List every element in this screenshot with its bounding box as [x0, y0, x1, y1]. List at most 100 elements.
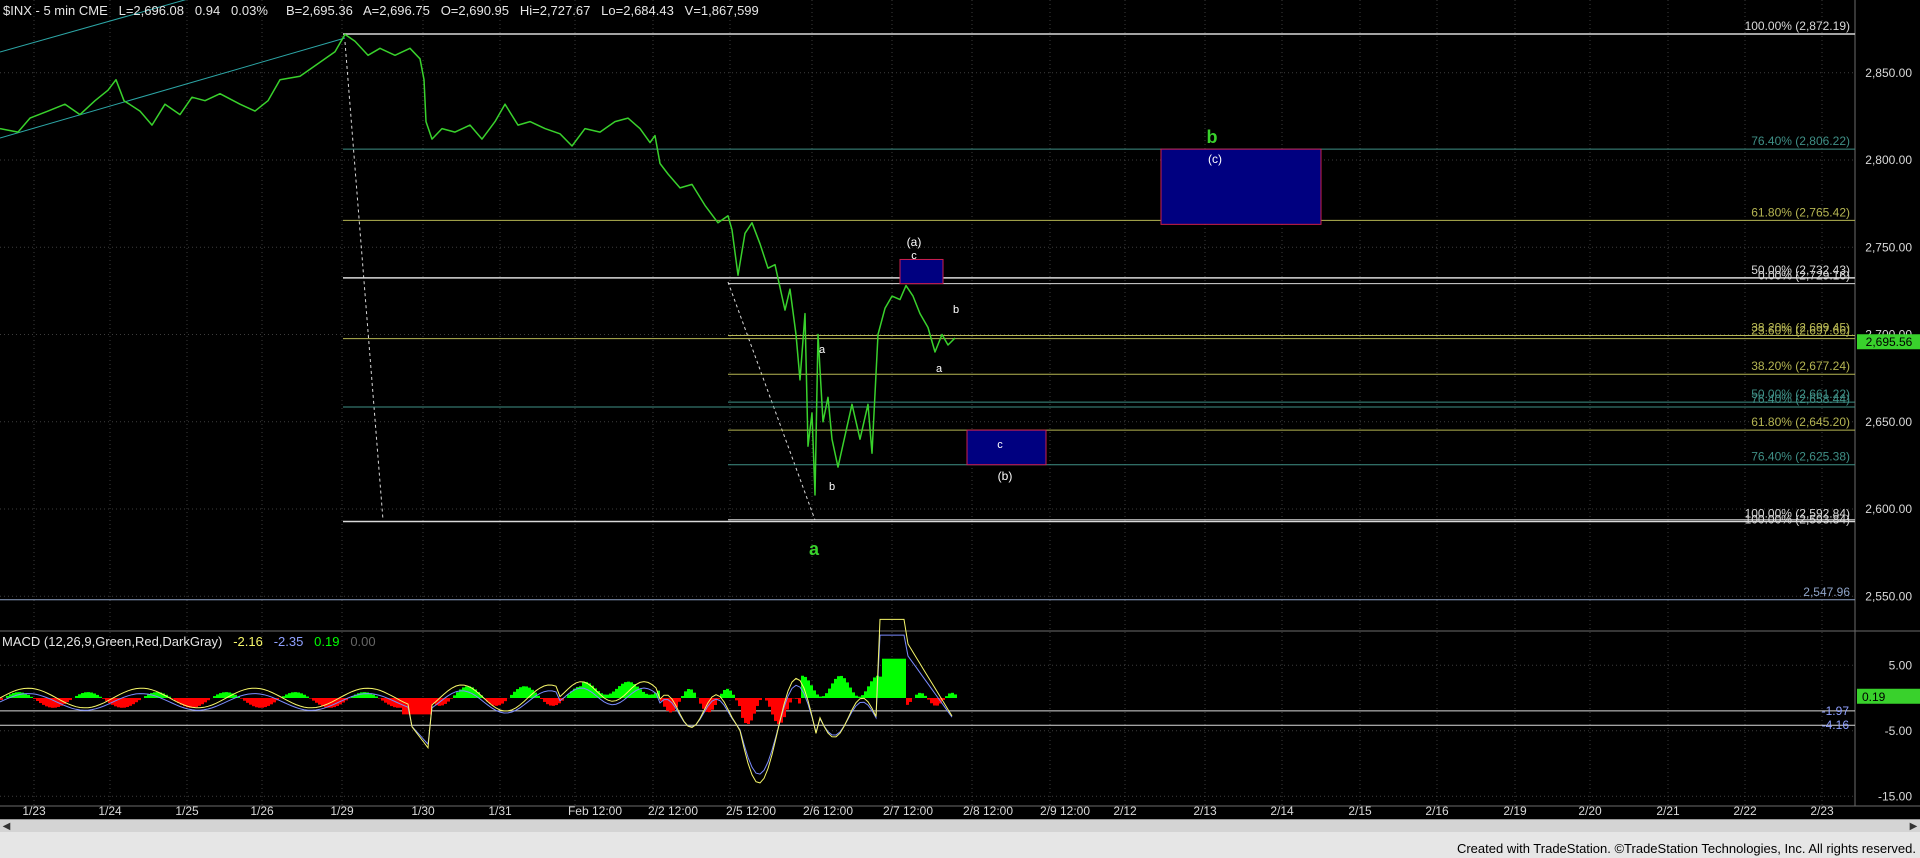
macd-histogram-bar — [33, 698, 36, 699]
macd-histogram-bar — [363, 692, 366, 698]
bid-price: B=2,695.36 — [285, 3, 353, 18]
macd-histogram-bar — [423, 698, 426, 715]
macd-histogram-bar — [681, 695, 684, 698]
macd-histogram-bar — [222, 692, 225, 698]
wave-label-b-2: b — [953, 304, 959, 316]
macd-histogram-bar — [915, 694, 918, 698]
level-2547-label: 2,547.96 — [1803, 585, 1850, 599]
copyright-text: Created with TradeStation. ©TradeStation… — [1456, 841, 1916, 856]
date-tick-label: 1/31 — [488, 804, 512, 818]
macd-histogram-bar — [747, 698, 750, 725]
macd-histogram-bar — [384, 698, 387, 703]
macd-histogram-bar — [840, 675, 843, 698]
date-tick-label: Feb 12:00 — [568, 804, 622, 818]
macd-histogram-bar — [582, 681, 585, 698]
macd-histogram-bar — [855, 695, 858, 698]
macd-histogram-bar — [450, 698, 453, 699]
macd-histogram-bar — [807, 680, 810, 698]
macd-histogram-bar — [864, 691, 867, 698]
wave-label-b-1: b — [829, 481, 835, 493]
date-tick-label: 2/21 — [1656, 804, 1680, 818]
macd-histogram-bar — [78, 694, 81, 698]
macd-histogram-bar — [303, 694, 306, 698]
macd-histogram-bar — [525, 686, 528, 698]
macd-histogram-bar — [948, 693, 951, 698]
macd-histogram-bar — [867, 686, 870, 698]
macd-histogram-bar — [753, 698, 756, 714]
wave-label-c-box: c — [997, 439, 1003, 451]
wave-label-a-paren: (a) — [907, 235, 922, 249]
macd-histogram-bar — [717, 698, 720, 700]
last-price: L=2,696.08 — [118, 3, 185, 18]
macd-histogram-bar — [516, 689, 519, 698]
price-tick-label: 2,750.00 — [1865, 240, 1912, 254]
macd-histogram-bar — [132, 698, 135, 705]
macd-histogram-bar — [732, 694, 735, 698]
macd-histogram-bar — [453, 695, 456, 698]
macd-histogram-bar — [873, 677, 876, 698]
macd-histogram-bar — [897, 658, 900, 698]
macd-histogram-bar — [954, 694, 957, 698]
macd-histogram-bar — [837, 676, 840, 698]
macd-histogram-bar — [834, 678, 837, 698]
date-tick-label: 2/14 — [1270, 804, 1294, 818]
macd-histogram-bar — [870, 681, 873, 698]
chart-canvas: 2,850.002,800.002,750.002,700.002,650.00… — [0, 0, 1920, 818]
macd-histogram-bar — [690, 689, 693, 698]
horizontal-scrollbar[interactable]: ◀ ▶ — [0, 819, 1920, 833]
date-tick-label: 2/5 12:00 — [726, 804, 776, 818]
fib-764-upper-label: 76.40% (2,806.22) — [1751, 134, 1850, 148]
macd-histogram-bar — [750, 698, 753, 721]
fib-0-small-label: 0.00% (2,729.16) — [1758, 269, 1850, 283]
date-tick-label: 2/13 — [1193, 804, 1217, 818]
macd-histogram-bar — [504, 698, 507, 702]
symbol-header: $INX - 5 min CME L=2,696.08 0.94 0.03% B… — [3, 3, 759, 18]
macd-histogram-bar — [498, 698, 501, 706]
macd-value-3: 0.19 — [314, 634, 340, 649]
macd-histogram-bar — [861, 695, 864, 698]
macd-histogram-bar — [723, 690, 726, 698]
macd-histogram-bar — [201, 698, 204, 705]
macd-histogram-bar — [381, 698, 384, 701]
macd-histogram-bar — [879, 676, 882, 698]
wave-label-b-paren: (b) — [998, 469, 1013, 483]
macd-histogram-bar — [285, 694, 288, 698]
fib-618-b-label: 61.80% (2,645.20) — [1751, 415, 1850, 429]
macd-histogram-bar — [756, 698, 759, 706]
macd-histogram-bar — [519, 687, 522, 698]
macd-histogram-bar — [243, 698, 246, 701]
date-tick-label: 1/30 — [411, 804, 435, 818]
macd-histogram-bar — [927, 698, 930, 700]
macd-histogram-bar — [819, 696, 822, 698]
macd-histogram-bar — [726, 688, 729, 698]
macd-histogram-bar — [246, 698, 249, 703]
macd-histogram-bar — [144, 696, 147, 698]
macd-histogram-bar — [735, 698, 738, 701]
macd-histogram-bar — [420, 698, 423, 715]
macd-histogram-bar — [213, 696, 216, 698]
macd-histogram-bar — [687, 688, 690, 698]
macd-histogram-bar — [903, 658, 906, 698]
macd-histogram-bar — [372, 694, 375, 698]
macd-histogram-bar — [462, 687, 465, 698]
macd-histogram-bar — [360, 692, 363, 698]
macd-histogram-bar — [768, 698, 771, 707]
macd-histogram-bar — [795, 698, 798, 699]
fib-382-b-label: 38.20% (2,677.24) — [1751, 359, 1850, 373]
macd-histogram-bar — [36, 698, 39, 701]
macd-histogram-bar — [909, 698, 912, 702]
macd-histogram-bar — [642, 691, 645, 698]
macd-histogram-bar — [39, 698, 42, 704]
macd-value-4: 0.00 — [350, 634, 376, 649]
macd-histogram-bar — [639, 689, 642, 698]
macd-histogram-bar — [456, 692, 459, 698]
macd-histogram-bar — [75, 695, 78, 698]
macd-histogram-bar — [645, 693, 648, 698]
macd-histogram-bar — [255, 698, 258, 708]
macd-histogram-bar — [324, 698, 327, 708]
fib-100-small-label: 100.00% (2,593.84) — [1745, 513, 1850, 527]
macd-histogram-bar — [333, 698, 336, 708]
wave-label-a-1: a — [819, 344, 826, 356]
macd-histogram-bar — [375, 696, 378, 698]
volume: V=1,867,599 — [684, 3, 759, 18]
